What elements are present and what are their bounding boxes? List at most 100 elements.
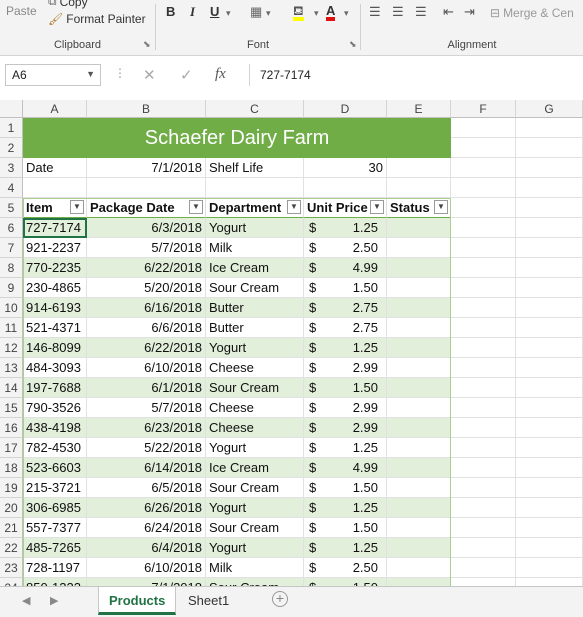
cell[interactable]	[516, 418, 583, 438]
column-header-f[interactable]: F	[451, 100, 516, 118]
filter-dropdown-icon[interactable]: ▼	[189, 200, 203, 214]
shelf-life-label[interactable]: Shelf Life	[206, 158, 304, 178]
cancel-icon[interactable]: ✕	[143, 66, 156, 84]
package-date-cell[interactable]: 5/22/2018	[87, 438, 206, 458]
row-header[interactable]: 17	[0, 438, 23, 458]
status-cell[interactable]	[387, 298, 451, 318]
cell[interactable]	[387, 158, 451, 178]
cell[interactable]	[451, 538, 516, 558]
status-cell[interactable]	[387, 478, 451, 498]
cell[interactable]	[516, 498, 583, 518]
department-cell[interactable]: Sour Cream	[206, 578, 304, 586]
cell[interactable]	[451, 418, 516, 438]
item-cell[interactable]: 438-4198	[23, 418, 87, 438]
formula-input[interactable]: 727-7174	[249, 64, 583, 86]
cell[interactable]	[451, 238, 516, 258]
date-value[interactable]: 7/1/2018	[87, 158, 206, 178]
row-header[interactable]: 4	[0, 178, 23, 198]
department-cell[interactable]: Ice Cream	[206, 458, 304, 478]
add-sheet-button[interactable]: +	[272, 591, 288, 607]
date-label[interactable]: Date	[23, 158, 87, 178]
column-header-b[interactable]: B	[87, 100, 206, 118]
merge-center-button[interactable]: ⊟ Merge & Cen	[490, 6, 574, 20]
cell[interactable]	[451, 258, 516, 278]
item-cell[interactable]: 523-6603	[23, 458, 87, 478]
filter-dropdown-icon[interactable]: ▼	[287, 200, 301, 214]
unit-price-cell[interactable]: $1.25	[304, 218, 387, 238]
department-cell[interactable]: Cheese	[206, 358, 304, 378]
unit-price-cell[interactable]: $1.50	[304, 518, 387, 538]
package-date-cell[interactable]: 6/14/2018	[87, 458, 206, 478]
row-header[interactable]: 22	[0, 538, 23, 558]
cell[interactable]	[451, 118, 516, 138]
cell[interactable]	[516, 138, 583, 158]
cell[interactable]	[516, 318, 583, 338]
unit-price-cell[interactable]: $2.75	[304, 318, 387, 338]
cell[interactable]	[451, 518, 516, 538]
unit-price-cell[interactable]: $1.50	[304, 378, 387, 398]
row-header[interactable]: 9	[0, 278, 23, 298]
cell[interactable]	[516, 458, 583, 478]
status-cell[interactable]	[387, 518, 451, 538]
table-header-package-date[interactable]: Package Date ▼	[87, 198, 206, 218]
cell[interactable]	[516, 258, 583, 278]
insert-function-icon[interactable]: fx	[215, 66, 226, 83]
fill-color-icon[interactable]: ⛾	[293, 4, 304, 21]
row-header[interactable]: 2	[0, 138, 23, 158]
package-date-cell[interactable]: 6/16/2018	[87, 298, 206, 318]
row-header[interactable]: 15	[0, 398, 23, 418]
align-center-icon[interactable]: ☰	[392, 4, 404, 20]
department-cell[interactable]: Ice Cream	[206, 258, 304, 278]
department-cell[interactable]: Yogurt	[206, 438, 304, 458]
unit-price-cell[interactable]: $2.50	[304, 238, 387, 258]
cell[interactable]	[516, 178, 583, 198]
cell[interactable]	[516, 558, 583, 578]
cell[interactable]	[516, 338, 583, 358]
status-cell[interactable]	[387, 458, 451, 478]
cell[interactable]	[451, 578, 516, 586]
cell[interactable]	[451, 298, 516, 318]
table-header-unit-price[interactable]: Unit Price ▼	[304, 198, 387, 218]
item-cell[interactable]: 728-1197	[23, 558, 87, 578]
row-header[interactable]: 5	[0, 198, 23, 218]
bold-button[interactable]: B	[166, 4, 175, 19]
package-date-cell[interactable]: 6/6/2018	[87, 318, 206, 338]
select-all-corner[interactable]	[0, 100, 23, 118]
cell[interactable]	[516, 298, 583, 318]
tab-products[interactable]: Products	[98, 587, 177, 615]
row-header[interactable]: 3	[0, 158, 23, 178]
department-cell[interactable]: Sour Cream	[206, 518, 304, 538]
name-box-dropdown-icon[interactable]: ▼	[86, 69, 95, 79]
unit-price-cell[interactable]: $1.50	[304, 478, 387, 498]
item-cell[interactable]: 485-7265	[23, 538, 87, 558]
cell[interactable]	[516, 578, 583, 586]
status-cell[interactable]	[387, 338, 451, 358]
row-header[interactable]: 11	[0, 318, 23, 338]
unit-price-cell[interactable]: $1.25	[304, 438, 387, 458]
decrease-indent-icon[interactable]: ⇤	[443, 4, 454, 20]
row-header[interactable]: 7	[0, 238, 23, 258]
item-cell[interactable]: 306-6985	[23, 498, 87, 518]
package-date-cell[interactable]: 7/1/2018	[87, 578, 206, 586]
status-cell[interactable]	[387, 398, 451, 418]
filter-dropdown-icon[interactable]: ▼	[434, 200, 448, 214]
status-cell[interactable]	[387, 238, 451, 258]
table-header-department[interactable]: Department ▼	[206, 198, 304, 218]
row-header[interactable]: 1	[0, 118, 23, 138]
package-date-cell[interactable]: 6/3/2018	[87, 218, 206, 238]
unit-price-cell[interactable]: $2.99	[304, 358, 387, 378]
item-cell[interactable]: 921-2237	[23, 238, 87, 258]
row-header[interactable]: 24	[0, 578, 23, 586]
status-cell[interactable]	[387, 498, 451, 518]
item-cell[interactable]: 215-3721	[23, 478, 87, 498]
item-cell[interactable]: 557-7377	[23, 518, 87, 538]
filter-dropdown-icon[interactable]: ▼	[370, 200, 384, 214]
row-header[interactable]: 8	[0, 258, 23, 278]
cell[interactable]	[304, 178, 387, 198]
table-header-status[interactable]: Status ▼	[387, 198, 451, 218]
item-cell[interactable]: 146-8099	[23, 338, 87, 358]
department-cell[interactable]: Butter	[206, 298, 304, 318]
status-cell[interactable]	[387, 318, 451, 338]
row-header[interactable]: 10	[0, 298, 23, 318]
cell[interactable]	[516, 538, 583, 558]
